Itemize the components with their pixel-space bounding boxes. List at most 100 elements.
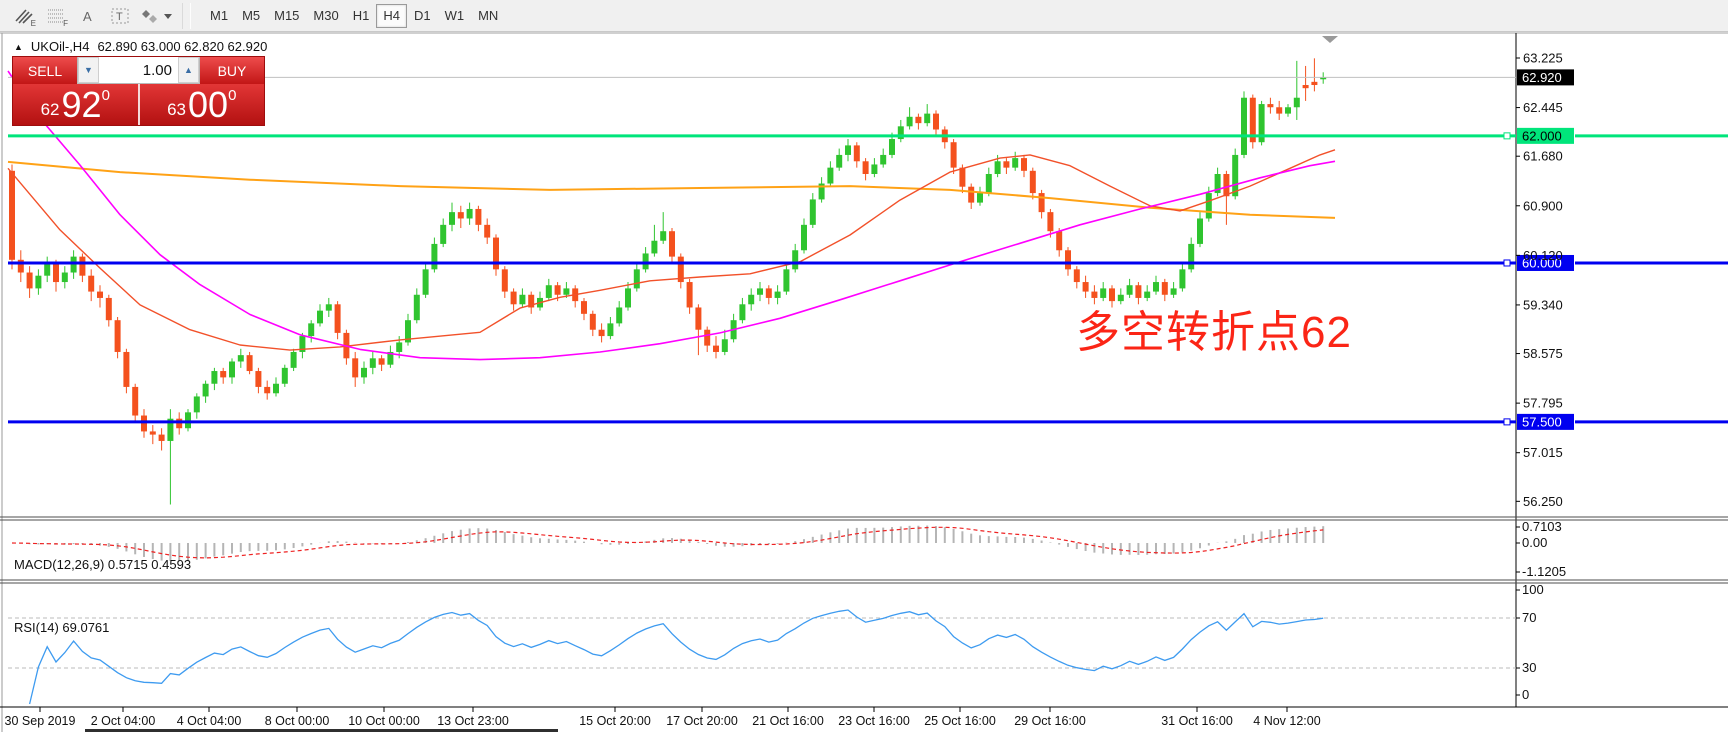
volume-input[interactable] [99,57,178,83]
candle-body [458,212,464,218]
candle-body [396,342,402,352]
candle-body [1153,282,1159,292]
rsi-axis-label: 30 [1522,660,1536,675]
rsi-axis-label: 100 [1522,582,1544,597]
buy-price-big: 00 [188,86,228,124]
one-click-trade-panel: SELL ▼ ▲ BUY 62 92 0 63 00 0 [12,56,265,126]
volume-decrease-button[interactable]: ▼ [78,57,99,83]
candle-body [1241,98,1247,155]
timeframe-button-m30[interactable]: M30 [306,4,345,28]
candle-body [1162,282,1168,295]
macd-panel: 0.71030.00-1.1205 [12,519,1566,579]
text-box-icon[interactable]: T [105,3,135,29]
buy-price-small: 63 [167,100,186,125]
chart-window[interactable]: 62.00060.00057.50062.92063.22562.44561.6… [0,32,1728,732]
time-axis-label[interactable]: 2 Oct 04:00 [91,714,156,728]
candle-body [907,117,913,127]
timeframe-button-m1[interactable]: M1 [203,4,235,28]
timeframe-button-m15[interactable]: M15 [267,4,306,28]
sell-button[interactable]: SELL [13,57,77,84]
candle-body [695,307,701,329]
timeframe-button-mn[interactable]: MN [471,4,505,28]
time-axis-label[interactable]: 10 Oct 00:00 [348,714,420,728]
time-axis[interactable]: 30 Sep 2019 2 Oct 04:00 4 Oct 04:00 8 Oct 0… [5,707,1321,728]
hlines-layer [8,77,1728,424]
candle-body [484,225,490,238]
price-axis-label: 62.445 [1523,100,1563,115]
candle-body [467,209,473,219]
candle-body [995,161,1001,174]
candle-body [801,225,807,250]
candle-body [546,285,552,298]
hline-handle [1504,133,1510,139]
time-axis-label[interactable]: 25 Oct 16:00 [924,714,996,728]
candle-body [1311,82,1317,85]
time-axis-label[interactable]: 30 Sep 2019 [5,714,76,728]
candle-body [1294,98,1300,108]
timeframe-button-m5[interactable]: M5 [235,4,267,28]
rsi-label: RSI(14) 69.0761 [14,620,109,635]
time-axis-label[interactable]: 17 Oct 20:00 [666,714,738,728]
draw-lines-icon[interactable]: E [9,3,39,29]
candle-body [414,295,420,320]
candle-body [968,187,974,203]
buy-button[interactable]: BUY [200,57,264,84]
candle-body [933,114,939,130]
candle-body [739,304,745,320]
time-axis-label[interactable]: 23 Oct 16:00 [838,714,910,728]
candle-body [1188,244,1194,269]
candle-body [757,288,763,294]
timeframe-button-h1[interactable]: H1 [346,4,377,28]
timeframe-button-h4[interactable]: H4 [376,4,407,28]
time-axis-label[interactable]: 4 Nov 12:00 [1253,714,1320,728]
candle-body [1039,193,1045,212]
candle-body [1171,288,1177,294]
candle-body [247,355,253,371]
time-axis-label[interactable]: 13 Oct 23:00 [437,714,509,728]
grid-fibo-icon[interactable]: F [41,3,71,29]
candle-body [783,269,789,291]
candle-body [493,238,499,270]
time-axis-label[interactable]: 8 Oct 00:00 [265,714,330,728]
sell-price-display[interactable]: 62 92 0 [13,84,140,125]
candle-body [229,361,235,377]
chart-text-annotation: 多空转折点62 [1076,296,1352,360]
time-axis-label[interactable]: 29 Oct 16:00 [1014,714,1086,728]
candle-body [308,323,314,336]
macd-axis-label: 0.00 [1522,535,1547,550]
chart-canvas[interactable]: 62.00060.00057.50062.92063.22562.44561.6… [0,32,1728,732]
label-a-icon[interactable]: A [73,3,103,29]
candle-body [317,311,323,324]
candle-body [1267,104,1273,107]
timeframe-button-w1[interactable]: W1 [438,4,472,28]
candle-body [722,339,728,352]
candle-body [79,257,85,276]
time-axis-label[interactable]: 15 Oct 20:00 [579,714,651,728]
tool-sub-label: E [31,19,36,28]
candle-body [599,330,605,336]
volume-increase-button[interactable]: ▲ [178,57,199,83]
candle-body [511,292,517,305]
candle-body [1056,231,1062,250]
macd-signal-line [12,527,1323,558]
top-toolbar: E F A T M1M5M15M30H1H4D1W1MN [0,0,1728,32]
timeframe-button-d1[interactable]: D1 [407,4,438,28]
candle-body [836,155,842,168]
candle-body [775,292,781,298]
candle-body [273,384,279,394]
time-axis-label[interactable]: 21 Oct 16:00 [752,714,824,728]
collapse-marker-icon[interactable]: ▲ [14,42,23,52]
buy-price-display[interactable]: 63 00 0 [140,84,265,125]
candle-body [889,139,895,155]
rsi-line [30,610,1324,704]
hline-tag-text: 57.500 [1522,414,1562,429]
symbol-name: UKOil-,H4 [31,39,90,54]
candle-body [915,117,921,123]
arrange-shapes-icon[interactable] [137,3,177,29]
candle-body [423,269,429,294]
time-axis-label[interactable]: 4 Oct 04:00 [177,714,242,728]
toolbar-separator [182,3,191,29]
macd-axis-label: 0.7103 [1522,519,1562,534]
candle-body [194,396,200,412]
time-axis-label[interactable]: 31 Oct 16:00 [1161,714,1233,728]
